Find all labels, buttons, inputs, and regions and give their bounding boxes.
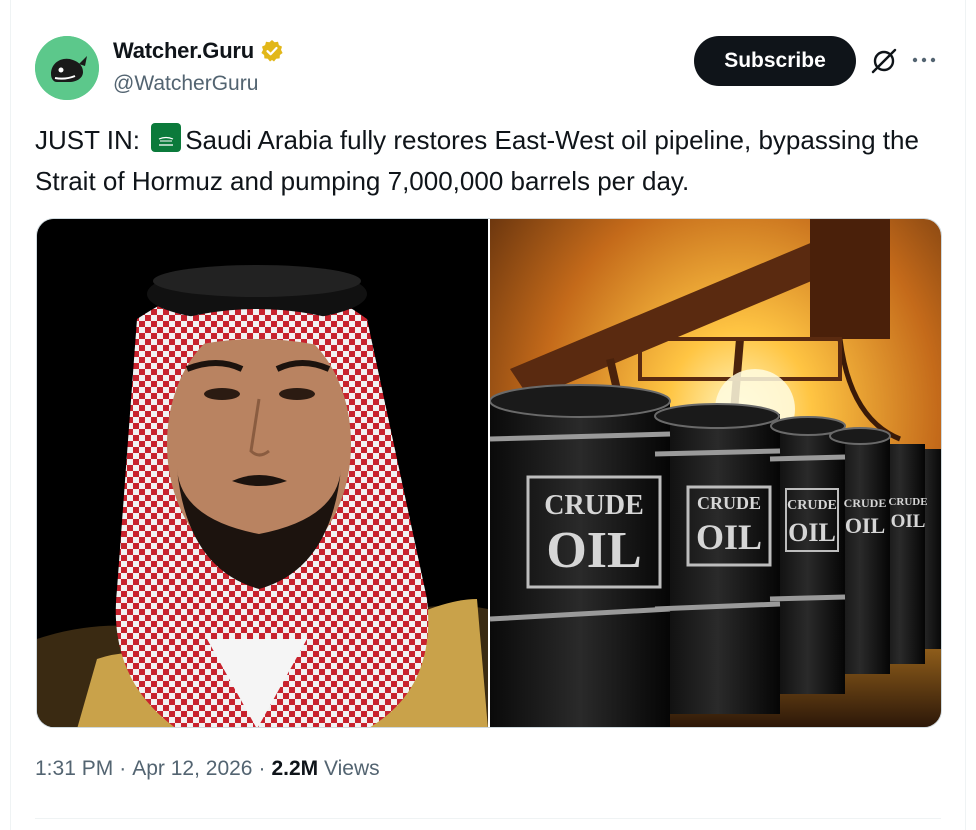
tweet-meta: 1:31 PM · Apr 12, 2026 · 2.2M Views bbox=[35, 757, 380, 781]
author-display-name[interactable]: Watcher.Guru bbox=[113, 38, 254, 64]
divider bbox=[35, 818, 941, 819]
whale-logo-icon bbox=[35, 36, 99, 100]
more-icon[interactable] bbox=[909, 44, 939, 74]
portrait-photo[interactable] bbox=[37, 219, 488, 727]
meta-separator: · bbox=[119, 757, 127, 780]
barrel-label-crude-5: CRUDE bbox=[888, 496, 927, 508]
tweet-date[interactable]: Apr 12, 2026 bbox=[132, 757, 252, 781]
barrel-label-oil-3: OIL bbox=[788, 518, 836, 547]
grok-icon[interactable] bbox=[869, 46, 899, 76]
avatar[interactable] bbox=[35, 36, 99, 100]
barrel-label-crude: CRUDE bbox=[544, 490, 644, 521]
meta-separator: · bbox=[258, 757, 266, 780]
tweet-time[interactable]: 1:31 PM bbox=[35, 757, 113, 781]
barrel-label-oil-5: OIL bbox=[891, 511, 926, 532]
barrel-label-oil-2: OIL bbox=[696, 517, 762, 557]
tweet-text: JUST IN: Saudi Arabia fully restores Eas… bbox=[35, 120, 945, 202]
barrel-label-oil: OIL bbox=[546, 522, 641, 579]
barrel-label-oil-4: OIL bbox=[845, 513, 885, 538]
saudi-arabia-flag-icon bbox=[151, 123, 182, 152]
oil-barrels-photo[interactable]: CRUDE OIL CRUDE OIL CRUDE OIL CRUDE OIL … bbox=[490, 219, 941, 727]
barrel-label-crude-3: CRUDE bbox=[787, 498, 837, 513]
views-count: 2.2M bbox=[271, 757, 319, 780]
views-label: Views bbox=[324, 757, 380, 780]
author-handle[interactable]: @WatcherGuru bbox=[113, 72, 258, 96]
tweet-media[interactable]: CRUDE OIL CRUDE OIL CRUDE OIL CRUDE OIL … bbox=[36, 218, 942, 728]
verified-badge-icon bbox=[260, 39, 284, 63]
subscribe-button[interactable]: Subscribe bbox=[694, 36, 856, 86]
tweet-card: Watcher.Guru @WatcherGuru Subscribe JUST… bbox=[10, 0, 966, 830]
barrel-label-crude-2: CRUDE bbox=[697, 493, 761, 513]
barrel-label-crude-4: CRUDE bbox=[844, 496, 887, 510]
author-name-row: Watcher.Guru bbox=[113, 38, 284, 64]
tweet-text-prefix: JUST IN: bbox=[35, 125, 140, 155]
